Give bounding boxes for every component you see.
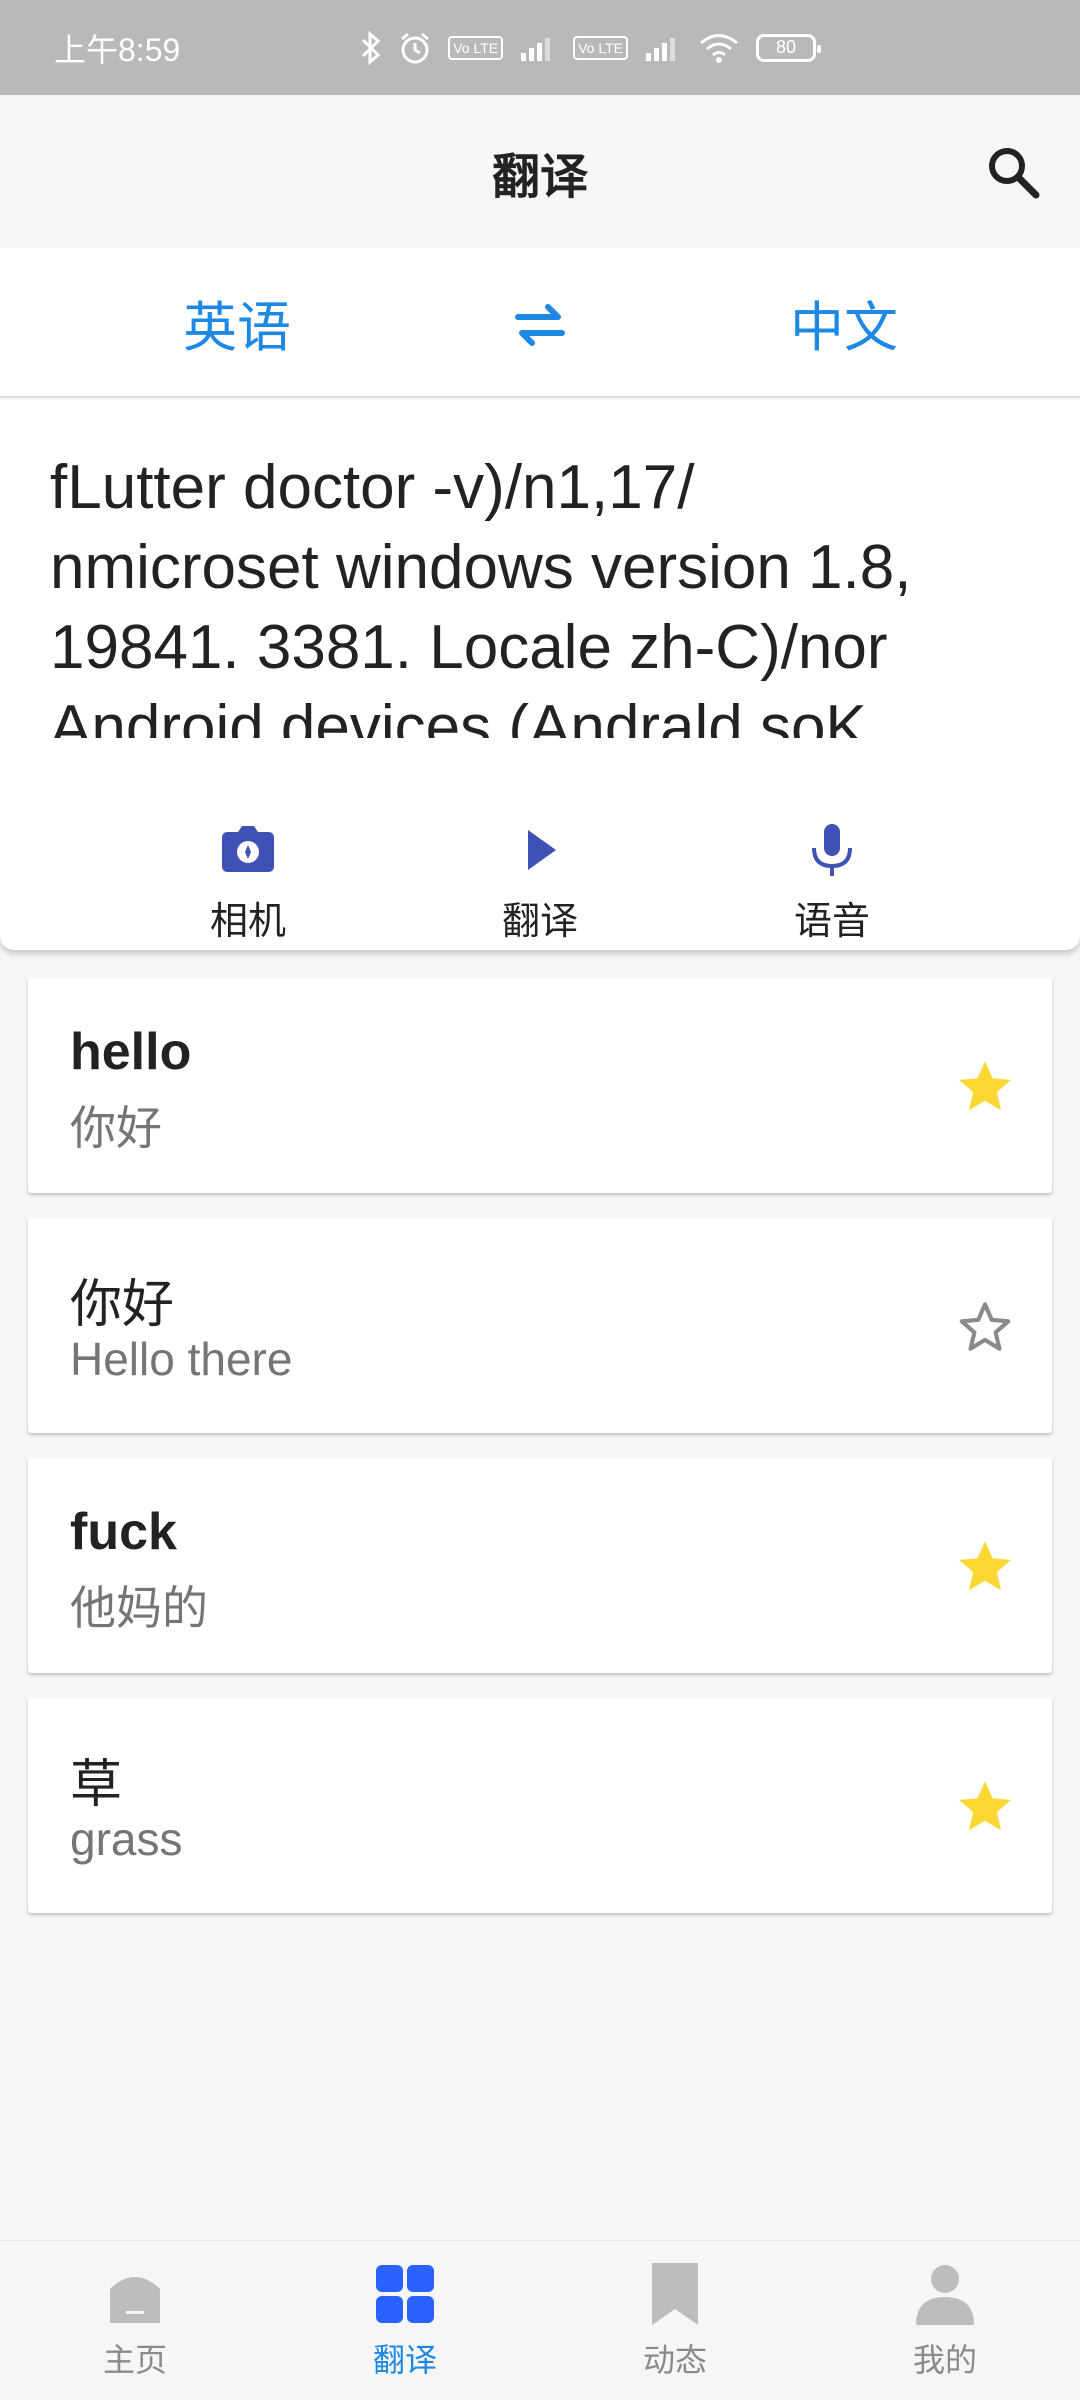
target-language-button[interactable]: 中文 [790, 283, 898, 362]
nav-label-feed: 动态 [642, 2341, 707, 2379]
bookmark-icon [652, 2263, 698, 2325]
grid-icon [376, 2265, 434, 2323]
nav-item-feed[interactable]: 动态 [575, 2261, 775, 2381]
bottom-navigation: 主页 翻译 动态 我的 [0, 2240, 1080, 2400]
translation-history-list: hello 你好 你好 Hello there fuck 他妈的 草 grass [28, 978, 1052, 1938]
camera-icon [222, 826, 274, 872]
alarm-icon [398, 31, 432, 65]
lte-badge-2: Vo LTE [573, 35, 628, 60]
battery-icon: 80 [756, 33, 821, 62]
source-text-input[interactable]: fLutter doctor -v)/n1,17/ nmicroset wind… [50, 448, 1040, 738]
star-outline-icon[interactable] [954, 1296, 1016, 1358]
history-source-text: 你好 [70, 1275, 175, 1335]
list-item[interactable]: 你好 Hello there [28, 1218, 1052, 1433]
signal-icon-2 [644, 33, 682, 63]
star-filled-icon[interactable] [954, 1056, 1016, 1118]
swap-icon[interactable] [508, 293, 572, 357]
home-icon [110, 2277, 160, 2323]
translate-label: 翻译 [501, 899, 578, 943]
history-target-text: grass [70, 1813, 183, 1865]
source-language-button[interactable]: 英语 [183, 283, 291, 362]
search-icon[interactable] [982, 141, 1044, 203]
star-filled-icon[interactable] [954, 1536, 1016, 1598]
history-target-text: Hello there [70, 1333, 293, 1385]
wifi-icon [698, 32, 740, 64]
history-source-text: fuck [70, 1503, 177, 1561]
history-source-text: hello [70, 1023, 192, 1081]
nav-item-home[interactable]: 主页 [35, 2261, 235, 2381]
nav-item-translate[interactable]: 翻译 [305, 2261, 505, 2381]
history-source-text: 草 [70, 1755, 123, 1815]
nav-label-translate: 翻译 [372, 2341, 437, 2379]
history-target-text: 他妈的 [70, 1582, 208, 1634]
list-item[interactable]: fuck 他妈的 [28, 1458, 1052, 1673]
language-bar: 英语 中文 [0, 248, 1080, 398]
status-icons: Vo LTE Vo LTE 80 [360, 30, 821, 65]
translate-screen: 上午8:59 Vo LTE Vo LTE 80 翻译 英语 中文 fLutter… [0, 0, 1080, 2400]
nav-label-me: 我的 [912, 2341, 977, 2379]
nav-label-home: 主页 [102, 2341, 167, 2379]
translate-button[interactable]: 翻译 [460, 820, 620, 945]
lte-badge-1: Vo LTE [448, 35, 504, 60]
status-time: 上午8:59 [54, 31, 181, 68]
camera-label: 相机 [209, 899, 286, 943]
history-target-text: 你好 [70, 1102, 162, 1154]
person-icon [916, 2265, 974, 2325]
status-bar: 上午8:59 Vo LTE Vo LTE 80 [0, 0, 1080, 95]
app-bar: 翻译 [0, 95, 1080, 248]
voice-button[interactable]: 语音 [752, 820, 912, 945]
voice-label: 语音 [793, 899, 870, 943]
nav-item-me[interactable]: 我的 [845, 2261, 1045, 2381]
bluetooth-icon [360, 30, 382, 65]
star-filled-icon[interactable] [954, 1776, 1016, 1838]
action-bar: 相机 翻译 语音 [0, 820, 1080, 943]
microphone-icon [812, 824, 852, 876]
page-title: 翻译 [491, 148, 588, 205]
list-item[interactable]: 草 grass [28, 1698, 1052, 1913]
signal-icon [519, 33, 557, 63]
list-item[interactable]: hello 你好 [28, 978, 1052, 1193]
play-icon [528, 830, 556, 870]
camera-button[interactable]: 相机 [168, 820, 328, 945]
input-card: fLutter doctor -v)/n1,17/ nmicroset wind… [0, 400, 1080, 950]
